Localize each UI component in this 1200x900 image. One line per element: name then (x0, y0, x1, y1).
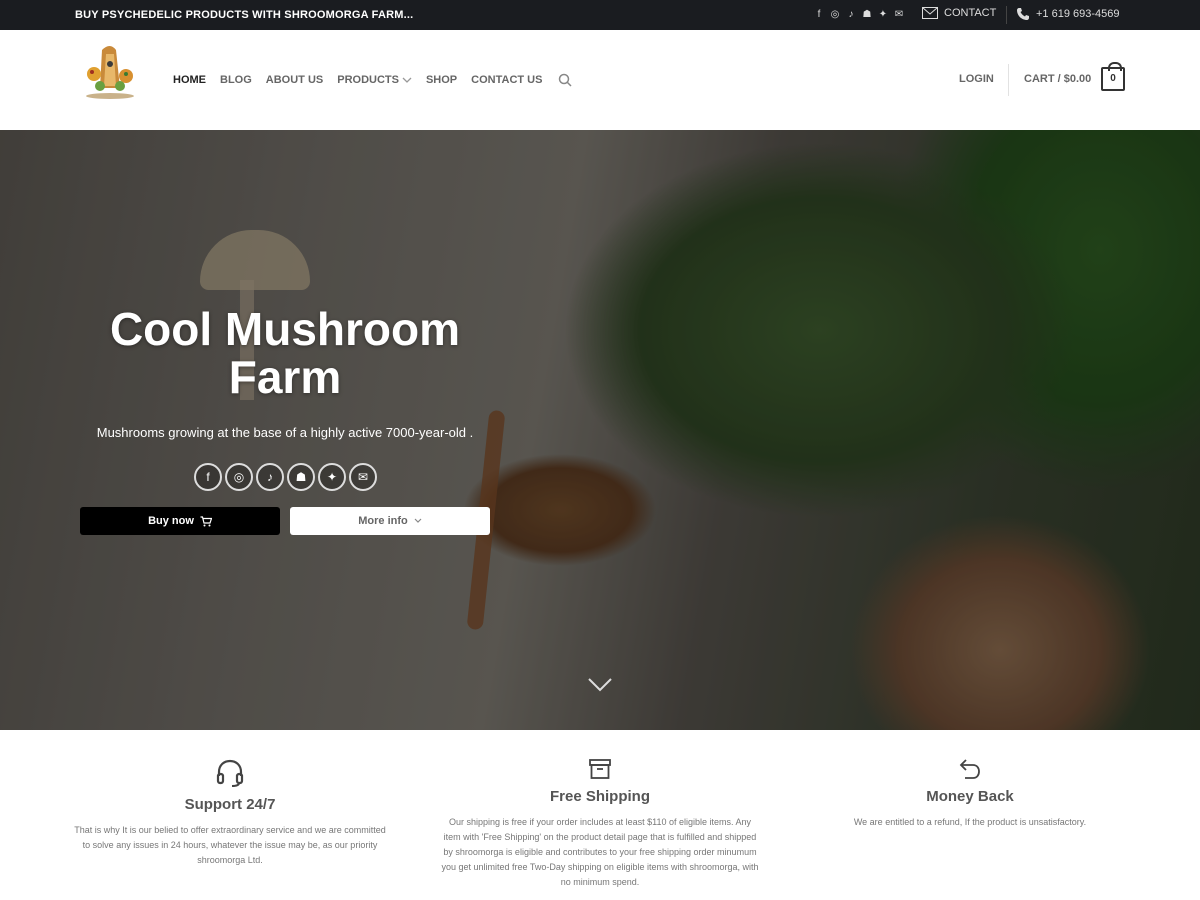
hero-subtitle: Mushrooms growing at the base of a highl… (96, 425, 474, 440)
tiktok-icon[interactable]: ♪ (256, 463, 284, 491)
scroll-down-icon[interactable] (588, 678, 612, 692)
instagram-icon[interactable]: ◎ (829, 8, 841, 22)
login-link[interactable]: LOGIN (959, 73, 994, 85)
divider (1008, 64, 1009, 96)
buy-now-button[interactable]: Buy now (80, 507, 280, 535)
twitter-icon[interactable]: ✦ (318, 463, 346, 491)
tiktok-icon[interactable]: ♪ (845, 8, 857, 22)
more-info-button[interactable]: More info (290, 507, 490, 535)
nav-contact-us[interactable]: CONTACT US (471, 73, 542, 87)
snapchat-icon[interactable]: ☗ (287, 463, 315, 491)
feature-money-back: Money Back We are entitled to a refund, … (810, 758, 1130, 830)
top-social-icons: f ◎ ♪ ☗ ✦ ✉ (813, 8, 905, 22)
features-section: Support 24/7 That is why It is our belie… (0, 730, 1200, 900)
email-icon[interactable]: ✉ (349, 463, 377, 491)
main-nav: HOME BLOG ABOUT US PRODUCTS SHOP CONTACT… (173, 73, 572, 87)
search-icon[interactable] (558, 73, 572, 87)
buy-now-label: Buy now (148, 515, 194, 527)
site-logo[interactable] (80, 40, 140, 100)
nav-products-label: PRODUCTS (337, 74, 399, 86)
facebook-icon[interactable]: f (194, 463, 222, 491)
phone-icon (1017, 8, 1029, 20)
phone-number: +1 619 693-4569 (1036, 8, 1120, 20)
nav-products[interactable]: PRODUCTS (337, 73, 412, 87)
nav-home[interactable]: HOME (173, 73, 206, 87)
hero-social-icons: f ◎ ♪ ☗ ✦ ✉ (194, 463, 377, 491)
cart-link[interactable]: CART / $0.00 (1024, 73, 1091, 85)
snapchat-icon[interactable]: ☗ (861, 8, 873, 22)
nav-blog[interactable]: BLOG (220, 73, 252, 87)
feature-support: Support 24/7 That is why It is our belie… (70, 758, 390, 868)
hero-banner: Cool Mushroom Farm Mushrooms growing at … (0, 130, 1200, 730)
divider (1006, 6, 1007, 24)
feature-shipping: Free Shipping Our shipping is free if yo… (440, 758, 760, 890)
feature-title: Money Back (926, 788, 1014, 805)
instagram-icon[interactable]: ◎ (225, 463, 253, 491)
feature-title: Support 24/7 (184, 796, 276, 813)
headset-icon (216, 759, 244, 787)
twitter-icon[interactable]: ✦ (877, 8, 889, 22)
archive-box-icon (589, 759, 611, 779)
nav-about-us[interactable]: ABOUT US (266, 73, 323, 87)
promo-text: BUY PSYCHEDELIC PRODUCTS WITH SHROOMORGA… (75, 9, 414, 21)
site-header: HOME BLOG ABOUT US PRODUCTS SHOP CONTACT… (0, 30, 1200, 130)
envelope-icon (922, 7, 938, 19)
contact-label: CONTACT (944, 7, 997, 19)
undo-arrow-icon (959, 759, 980, 779)
phone-link[interactable]: +1 619 693-4569 (1016, 7, 1120, 21)
contact-link[interactable]: CONTACT (922, 7, 996, 19)
top-bar: BUY PSYCHEDELIC PRODUCTS WITH SHROOMORGA… (0, 0, 1200, 30)
feature-text: That is why It is our belied to offer ex… (74, 825, 386, 865)
chevron-down-icon (414, 518, 422, 523)
more-info-label: More info (358, 515, 408, 527)
facebook-icon[interactable]: f (813, 8, 825, 22)
hero-title: Cool Mushroom Farm (109, 303, 461, 403)
feature-text: Our shipping is free if your order inclu… (441, 817, 759, 887)
email-icon[interactable]: ✉ (893, 8, 905, 22)
cart-bag-icon[interactable]: 0 (1101, 62, 1125, 91)
cart-icon (200, 515, 212, 526)
feature-text: We are entitled to a refund, If the prod… (853, 817, 1087, 827)
nav-shop[interactable]: SHOP (426, 73, 457, 87)
feature-title: Free Shipping (549, 788, 650, 805)
chevron-down-icon (402, 77, 412, 83)
